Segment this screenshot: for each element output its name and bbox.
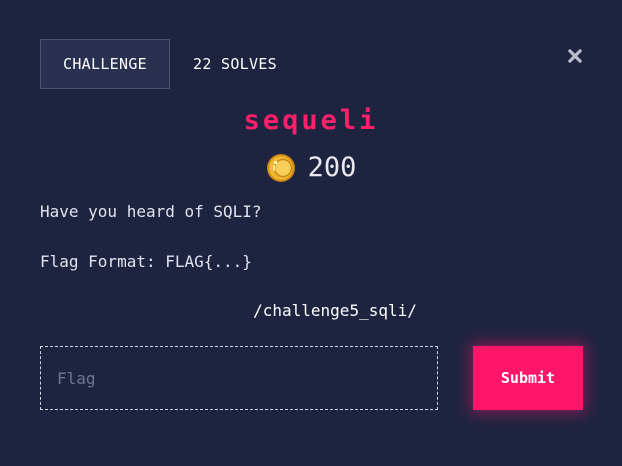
tab-solves[interactable]: 22 SOLVES <box>193 39 277 89</box>
tab-challenge[interactable]: CHALLENGE <box>40 39 170 89</box>
close-icon <box>568 49 582 63</box>
challenge-title: sequeli <box>243 105 379 136</box>
close-button[interactable] <box>566 47 584 65</box>
flag-input[interactable] <box>40 346 438 410</box>
challenge-link[interactable]: /challenge5_sqli/ <box>0 301 622 321</box>
description-line: Flag Format: FLAG{...} <box>40 252 252 271</box>
points-row: 200 <box>0 150 622 186</box>
description-line: Have you heard of SQLI? <box>40 202 262 221</box>
points-value: 200 <box>307 152 357 183</box>
submit-button-label: Submit <box>500 369 556 387</box>
tab-solves-label: 22 SOLVES <box>193 55 277 73</box>
challenge-modal: CHALLENGE 22 SOLVES sequeli 200 Have you… <box>0 0 622 466</box>
coin-icon <box>266 154 295 182</box>
submit-button[interactable]: Submit <box>473 346 583 410</box>
tab-challenge-label: CHALLENGE <box>63 55 147 73</box>
